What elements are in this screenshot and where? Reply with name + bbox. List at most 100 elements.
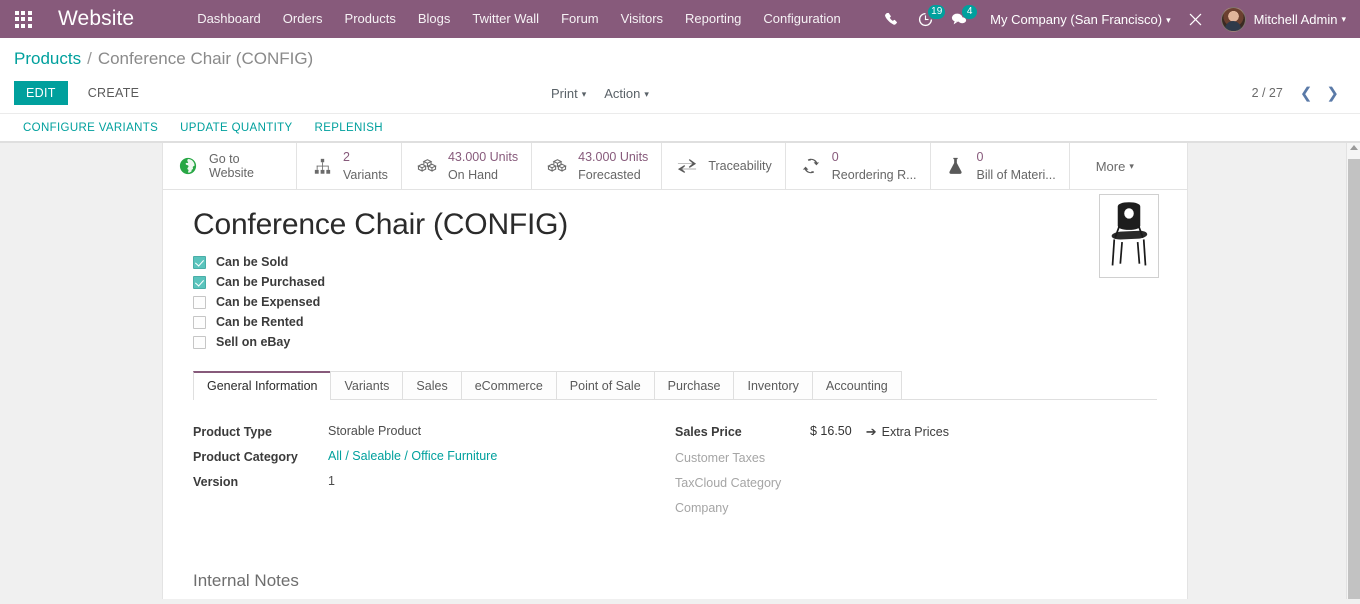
pager-next-button[interactable]: ❯: [1319, 84, 1346, 102]
form-column-left: Product Type Storable Product Product Ca…: [193, 424, 675, 525]
stat-button-reordering-rules[interactable]: 0 Reordering R...: [786, 143, 931, 189]
breadcrumb-root-link[interactable]: Products: [14, 49, 81, 69]
checkbox-can-be-rented[interactable]: [193, 315, 206, 329]
developer-tools-button[interactable]: [1181, 12, 1211, 27]
company-name: My Company (San Francisco): [990, 11, 1163, 27]
apps-menu-toggle[interactable]: [0, 0, 46, 38]
caret-down-icon: ▾: [1166, 14, 1171, 25]
checkbox-can-be-expensed[interactable]: [193, 295, 206, 309]
caret-down-icon: ▾: [581, 88, 587, 99]
phone-button[interactable]: [874, 0, 908, 38]
action-label: Action: [604, 85, 641, 101]
checkbox-label-can-be-sold: Can be Sold: [216, 255, 289, 269]
stat-value-forecasted: 43.000 Units: [578, 149, 649, 164]
user-avatar: [1220, 6, 1246, 32]
checkbox-row-can-be-expensed[interactable]: Can be Expensed: [193, 295, 1157, 309]
update-quantity-button[interactable]: UPDATE QUANTITY: [180, 122, 292, 134]
form-body: Conference Chair (CONFIG) Can be Sold Ca…: [163, 190, 1187, 591]
stat-text-variants: 2 Variants: [343, 148, 388, 185]
field-row-taxcloud-category: TaxCloud Category: [675, 475, 1131, 490]
navbar-right-tools: 19 4 My Company (San Francisco) ▾ Mitchel: [874, 0, 1360, 38]
exchange-arrows-icon: [675, 154, 699, 178]
stat-label-on-hand: On Hand: [447, 168, 498, 182]
stat-label-reordering-rules: Reordering R...: [831, 168, 917, 182]
menu-item-orders[interactable]: Orders: [272, 0, 334, 38]
more-stat-buttons-dropdown[interactable]: More ▾: [1070, 143, 1160, 189]
menu-item-forum[interactable]: Forum: [550, 0, 610, 38]
stat-value-reordering-rules: 0: [831, 149, 839, 164]
extra-prices-link[interactable]: ➔ Extra Prices: [866, 424, 949, 440]
messages-menu-button[interactable]: 4: [942, 0, 978, 38]
product-image[interactable]: [1099, 194, 1159, 278]
tab-accounting[interactable]: Accounting: [811, 371, 902, 399]
user-name: Mitchell Admin: [1253, 11, 1338, 27]
secondary-action-bar: CONFIGURE VARIANTS UPDATE QUANTITY REPLE…: [0, 113, 1360, 142]
field-label-product-category: Product Category: [193, 450, 298, 464]
field-value-product-type[interactable]: Storable Product: [328, 424, 421, 438]
stat-button-variants[interactable]: 2 Variants: [297, 143, 402, 189]
menu-item-visitors[interactable]: Visitors: [610, 0, 674, 38]
stat-button-bill-of-materials[interactable]: 0 Bill of Materi...: [931, 143, 1070, 189]
create-button[interactable]: CREATE: [77, 81, 151, 105]
tab-point-of-sale[interactable]: Point of Sale: [555, 371, 655, 399]
tab-general-information[interactable]: General Information: [193, 371, 332, 400]
field-label-taxcloud-category: TaxCloud Category: [675, 476, 782, 490]
menu-item-dashboard[interactable]: Dashboard: [186, 0, 272, 38]
stat-button-traceability[interactable]: Traceability: [662, 143, 786, 189]
menu-item-blogs[interactable]: Blogs: [407, 0, 462, 38]
menu-item-reporting[interactable]: Reporting: [674, 0, 752, 38]
checkbox-label-can-be-rented: Can be Rented: [216, 315, 304, 329]
field-label-customer-taxes: Customer Taxes: [675, 451, 766, 465]
form-notebook-tabs: General Information Variants Sales eComm…: [193, 371, 1157, 400]
scroll-up-arrow-icon[interactable]: [1350, 145, 1358, 150]
stat-value-variants: 2: [343, 149, 350, 164]
checkbox-row-can-be-sold[interactable]: Can be Sold: [193, 255, 1157, 269]
field-value-sales-price[interactable]: $ 16.50: [810, 424, 852, 438]
tab-variants[interactable]: Variants: [330, 371, 404, 399]
tab-sales[interactable]: Sales: [402, 371, 462, 399]
control-panel: Products / Conference Chair (CONFIG) EDI…: [0, 38, 1360, 143]
stat-text-forecasted: 43.000 Units Forecasted: [578, 148, 648, 185]
stat-buttons-row: Go to Website 2 Variants 43.000 Units On…: [163, 143, 1187, 190]
checkbox-sell-on-ebay[interactable]: [193, 335, 206, 349]
stat-button-go-to-website[interactable]: Go to Website: [163, 143, 297, 189]
checkbox-can-be-sold[interactable]: [193, 255, 206, 269]
replenish-button[interactable]: REPLENISH: [315, 122, 383, 134]
checkbox-label-can-be-purchased: Can be Purchased: [216, 275, 326, 289]
edit-button[interactable]: EDIT: [14, 81, 68, 105]
checkbox-row-can-be-rented[interactable]: Can be Rented: [193, 315, 1157, 329]
control-panel-dropdowns: Print ▾ Action ▾: [551, 86, 667, 101]
field-row-product-type: Product Type Storable Product: [193, 424, 649, 439]
form-sheet: Go to Website 2 Variants 43.000 Units On…: [162, 143, 1188, 599]
print-dropdown[interactable]: Print ▾: [551, 86, 586, 101]
checkbox-can-be-purchased[interactable]: [193, 275, 206, 289]
menu-item-twitter-wall[interactable]: Twitter Wall: [461, 0, 550, 38]
checkbox-row-sell-on-ebay[interactable]: Sell on eBay: [193, 335, 1157, 349]
stat-label-bill-of-materials: Bill of Materi...: [976, 168, 1056, 182]
pager-previous-button[interactable]: ❮: [1293, 84, 1320, 102]
scrollbar-thumb[interactable]: [1348, 159, 1360, 599]
globe-icon: [176, 154, 200, 178]
user-menu[interactable]: Mitchell Admin ▾: [1211, 6, 1352, 32]
app-brand-name[interactable]: Website: [46, 7, 142, 31]
activity-menu-button[interactable]: 19: [908, 0, 946, 38]
field-value-product-category[interactable]: All / Saleable / Office Furniture: [328, 449, 497, 463]
debug-tools-icon: [1189, 13, 1202, 25]
more-label: More: [1095, 158, 1126, 174]
tab-ecommerce[interactable]: eCommerce: [460, 371, 557, 399]
caret-down-icon: ▾: [1341, 13, 1346, 24]
company-switcher[interactable]: My Company (San Francisco) ▾: [976, 12, 1180, 27]
action-dropdown[interactable]: Action ▾: [604, 86, 649, 101]
checkbox-row-can-be-purchased[interactable]: Can be Purchased: [193, 275, 1157, 289]
menu-item-configuration[interactable]: Configuration: [752, 0, 851, 38]
top-navbar: Website Dashboard Orders Products Blogs …: [0, 0, 1360, 38]
configure-variants-button[interactable]: CONFIGURE VARIANTS: [23, 122, 158, 134]
stat-button-on-hand[interactable]: 43.000 Units On Hand: [402, 143, 533, 189]
vertical-scrollbar[interactable]: [1346, 143, 1360, 599]
stat-button-forecasted[interactable]: 43.000 Units Forecasted: [532, 143, 663, 189]
tab-purchase[interactable]: Purchase: [653, 371, 735, 399]
field-value-version[interactable]: 1: [328, 474, 335, 488]
menu-item-products[interactable]: Products: [334, 0, 407, 38]
content-area: Go to Website 2 Variants 43.000 Units On…: [0, 143, 1360, 599]
tab-inventory[interactable]: Inventory: [733, 371, 813, 399]
